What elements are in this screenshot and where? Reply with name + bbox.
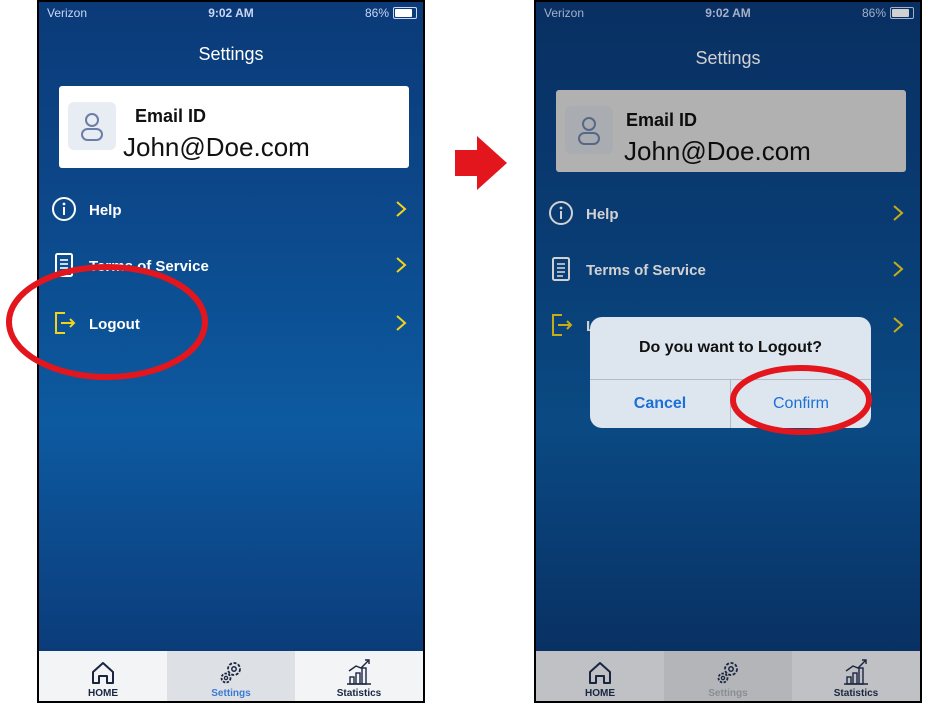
tab-bar: HOME Settings Statistics: [536, 651, 920, 701]
dialog-question: Do you want to Logout?: [638, 339, 823, 356]
email-value: John@Doe.com: [123, 132, 310, 162]
tab-home[interactable]: HOME: [536, 651, 664, 701]
chevron-right-icon: [396, 315, 407, 331]
tab-label: Settings: [708, 688, 748, 699]
phone-screen-logout-dialog: Verizon 9:02 AM 86% Settings Email ID Jo…: [534, 0, 922, 703]
tab-bar: HOME Settings Statistics: [39, 651, 423, 701]
battery-percent: 86%: [364, 6, 389, 20]
tab-home[interactable]: HOME: [39, 651, 167, 701]
chevron-right-icon: [396, 201, 407, 217]
tab-statistics[interactable]: Statistics: [295, 651, 423, 701]
menu-item-label: Help: [89, 202, 122, 219]
annotation-circle-logout: [6, 264, 208, 380]
user-icon: [81, 113, 103, 141]
info-icon: [52, 197, 76, 221]
menu-item-help[interactable]: Help: [51, 196, 415, 226]
cancel-button[interactable]: Cancel: [590, 379, 730, 428]
tab-settings[interactable]: Settings: [167, 651, 295, 701]
tab-statistics[interactable]: Statistics: [792, 651, 920, 701]
tab-label: HOME: [88, 688, 118, 699]
tab-settings[interactable]: Settings: [664, 651, 792, 701]
chart-icon: [844, 659, 868, 685]
arrow-right-icon: [455, 136, 507, 190]
annotation-circle-confirm: [730, 365, 872, 435]
tab-label: Statistics: [336, 688, 382, 699]
email-card: Email ID John@Doe.com: [59, 86, 409, 168]
battery-icon: [393, 7, 417, 19]
battery-indicator: 86%: [365, 6, 417, 20]
email-label: Email ID: [135, 106, 207, 126]
status-bar: Verizon 9:02 AM 86%: [39, 2, 423, 24]
chevron-right-icon: [396, 257, 407, 273]
home-icon: [92, 662, 114, 684]
tab-label: Settings: [211, 688, 251, 699]
avatar: [68, 102, 116, 150]
gears-icon: [717, 662, 738, 684]
tab-label: HOME: [585, 688, 615, 699]
page-title: Settings: [198, 44, 264, 64]
chart-icon: [347, 659, 371, 685]
gears-icon: [220, 662, 241, 684]
tab-label: Statistics: [833, 688, 879, 699]
home-icon: [589, 662, 611, 684]
